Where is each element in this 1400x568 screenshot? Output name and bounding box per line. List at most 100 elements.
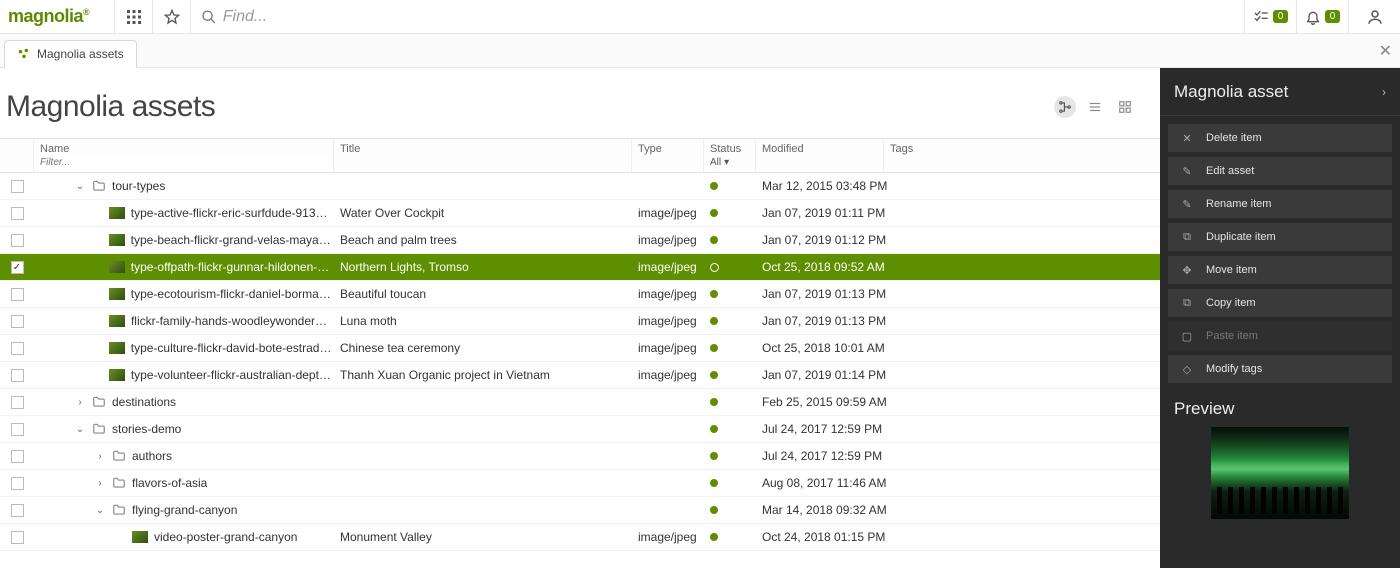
bell-icon <box>1305 9 1321 25</box>
logo[interactable]: magnolia® <box>0 0 115 33</box>
view-tree-button[interactable] <box>1054 96 1076 118</box>
asset-name: destinations <box>112 395 176 409</box>
table-row[interactable]: ›flavors-of-asiaAug 08, 2017 11:46 AM <box>0 470 1160 497</box>
row-checkbox[interactable] <box>11 369 24 382</box>
table-row[interactable]: type-volunteer-flickr-australian-dept-fo… <box>0 362 1160 389</box>
asset-modified: Jan 07, 2019 01:12 PM <box>756 233 884 247</box>
view-thumbnail-button[interactable] <box>1114 96 1136 118</box>
action-move-item[interactable]: ✥Move item <box>1168 256 1392 284</box>
asset-thumbnail <box>109 342 125 354</box>
row-checkbox[interactable] <box>11 504 24 517</box>
table-row[interactable]: type-culture-flickr-david-bote-estrada-6… <box>0 335 1160 362</box>
tasks-button[interactable]: 0 <box>1244 0 1296 33</box>
row-checkbox[interactable] <box>11 423 24 436</box>
row-checkbox[interactable] <box>11 342 24 355</box>
action-icon: ⧉ <box>1178 231 1196 244</box>
tasks-badge: 0 <box>1273 10 1289 23</box>
row-checkbox[interactable] <box>11 450 24 463</box>
profile-button[interactable] <box>1348 0 1400 33</box>
asset-modified: Feb 25, 2015 09:59 AM <box>756 395 884 409</box>
row-expander[interactable]: › <box>94 451 106 462</box>
asset-thumbnail <box>109 369 125 381</box>
table-row[interactable]: ⌄flying-grand-canyonMar 14, 2018 09:32 A… <box>0 497 1160 524</box>
table-row[interactable]: video-poster-grand-canyonMonument Valley… <box>0 524 1160 551</box>
asset-modified: Jan 07, 2019 01:13 PM <box>756 287 884 301</box>
row-expander[interactable]: ⌄ <box>74 424 86 435</box>
column-header-name[interactable]: Name <box>40 143 327 155</box>
status-filter-dropdown[interactable]: All▾ <box>710 157 749 168</box>
column-header-status[interactable]: Status <box>710 143 749 155</box>
row-checkbox[interactable] <box>11 531 24 544</box>
user-icon <box>1366 8 1384 26</box>
view-list-button[interactable] <box>1084 96 1106 118</box>
asset-title: Monument Valley <box>334 530 632 544</box>
row-checkbox[interactable] <box>11 234 24 247</box>
global-search-input[interactable] <box>217 8 1234 26</box>
action-panel-header: Magnolia asset › <box>1160 68 1400 116</box>
row-checkbox[interactable] <box>11 288 24 301</box>
action-delete-item[interactable]: ✕Delete item <box>1168 124 1392 152</box>
app-launcher-button[interactable] <box>115 0 153 33</box>
asset-thumbnail <box>109 261 125 273</box>
action-icon: ✕ <box>1178 132 1196 145</box>
app-shell-header: magnolia® 0 0 <box>0 0 1400 34</box>
asset-preview-image <box>1211 427 1349 519</box>
favorites-button[interactable] <box>153 0 191 33</box>
column-header-type[interactable]: Type <box>638 143 697 155</box>
asset-modified: Jul 24, 2017 12:59 PM <box>756 449 884 463</box>
asset-title: Luna moth <box>334 314 632 328</box>
asset-type: image/jpeg <box>632 206 704 220</box>
table-row[interactable]: › destinations Feb 25, 2015 09:59 AM <box>0 389 1160 416</box>
action-modify-tags[interactable]: ◇Modify tags <box>1168 355 1392 383</box>
star-icon <box>164 9 180 25</box>
status-published-icon <box>710 371 718 379</box>
app-tab-close[interactable]: ✕ <box>1372 41 1400 61</box>
row-checkbox[interactable] <box>11 207 24 220</box>
column-header-modified[interactable]: Modified <box>762 143 877 155</box>
action-edit-asset[interactable]: ✎Edit asset <box>1168 157 1392 185</box>
asset-name: type-active-flickr-eric-surfdude-9134874… <box>131 206 334 220</box>
row-expander[interactable]: › <box>74 397 86 408</box>
folder-icon <box>112 503 126 517</box>
status-published-icon <box>710 479 718 487</box>
status-published-icon <box>710 344 718 352</box>
asset-name: tour-types <box>112 179 165 193</box>
asset-type: image/jpeg <box>632 287 704 301</box>
row-expander[interactable]: ⌄ <box>94 505 106 516</box>
asset-name: flavors-of-asia <box>132 476 207 490</box>
asset-modified: Jan 07, 2019 01:11 PM <box>756 206 884 220</box>
row-expander[interactable]: › <box>94 478 106 489</box>
global-search[interactable] <box>191 0 1244 33</box>
notifications-button[interactable]: 0 <box>1296 0 1348 33</box>
name-filter-input[interactable] <box>40 157 327 168</box>
table-row[interactable]: type-active-flickr-eric-surfdude-9134874… <box>0 200 1160 227</box>
action-icon: ✥ <box>1178 264 1196 277</box>
row-checkbox[interactable] <box>11 477 24 490</box>
asset-type: image/jpeg <box>632 368 704 382</box>
table-row[interactable]: ⌄stories-demoJul 24, 2017 12:59 PM <box>0 416 1160 443</box>
table-row[interactable]: ›authorsJul 24, 2017 12:59 PM <box>0 443 1160 470</box>
table-row[interactable]: ✓type-offpath-flickr-gunnar-hildonen-446… <box>0 254 1160 281</box>
row-checkbox[interactable] <box>11 180 24 193</box>
table-row[interactable]: ⌄tour-typesMar 12, 2015 03:48 PM <box>0 173 1160 200</box>
asset-name: type-culture-flickr-david-bote-estrada-6… <box>131 341 334 355</box>
row-checkbox[interactable] <box>11 315 24 328</box>
table-row[interactable]: flickr-family-hands-woodleywonderworks-2… <box>0 308 1160 335</box>
app-tab-assets[interactable]: Magnolia assets <box>4 40 137 68</box>
action-duplicate-item[interactable]: ⧉ Duplicate item <box>1168 223 1392 251</box>
action-label: Edit asset <box>1206 165 1254 177</box>
column-header-tags[interactable]: Tags <box>890 143 1154 155</box>
row-checkbox[interactable]: ✓ <box>11 261 24 274</box>
table-row[interactable]: type-ecotourism-flickr-daniel-borman-429… <box>0 281 1160 308</box>
action-panel-toggle[interactable]: › <box>1382 85 1386 99</box>
asset-thumbnail <box>109 234 125 246</box>
row-checkbox[interactable] <box>11 396 24 409</box>
action-rename-item[interactable]: ✎Rename item <box>1168 190 1392 218</box>
column-header-title[interactable]: Title <box>340 143 625 155</box>
workspace-header: Magnolia assets <box>0 68 1160 138</box>
table-row[interactable]: type-beach-flickr-grand-velas-maya-31793… <box>0 227 1160 254</box>
action-copy-item[interactable]: ⧉Copy item <box>1168 289 1392 317</box>
action-label: Duplicate item <box>1206 231 1276 243</box>
row-expander[interactable]: ⌄ <box>74 181 86 192</box>
folder-icon <box>112 449 126 463</box>
